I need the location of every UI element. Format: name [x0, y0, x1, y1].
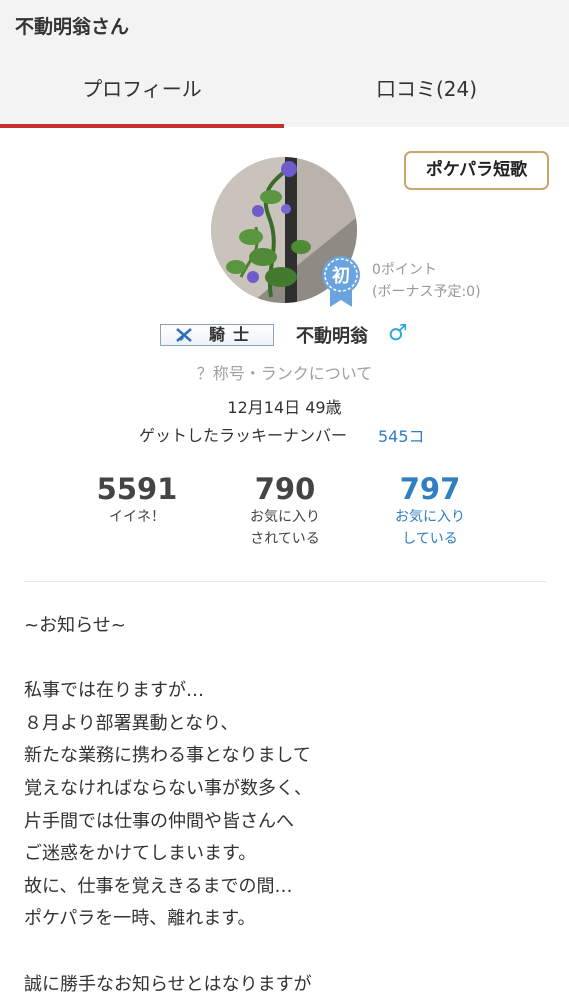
bonus-points: (ボーナス予定:0)	[372, 284, 481, 300]
stat-value: 5591	[96, 472, 178, 506]
notice-line	[24, 936, 554, 969]
rank-info-link[interactable]: ？称号・ランクについて	[0, 360, 569, 384]
notice-line	[24, 643, 554, 676]
birthday-age: 12月14日 49歳	[227, 398, 342, 417]
lucky-number-link[interactable]: 545コ	[378, 423, 425, 447]
points-info: 0ポイント (ボーナス予定:0)	[372, 259, 481, 303]
stat-label: イイネ！	[109, 509, 165, 525]
header-bar: 不動明翁さん プロフィール 口コミ(24)	[0, 0, 569, 127]
crossed-swords-icon	[176, 328, 192, 342]
stat-favoriting-link[interactable]: 797 お気に入り している	[365, 472, 495, 550]
notice-line: 誠に勝手なお知らせとはなりますが	[24, 973, 312, 995]
notice-line: ポケパラを一時、離れます。	[24, 908, 256, 930]
stat-value: 797	[399, 472, 461, 506]
notice-line: 片手間では仕事の仲間や皆さんへ	[24, 810, 294, 832]
notice-line: ８月より部署異動となり、	[24, 712, 239, 734]
notice-line: ~お知らせ~	[24, 615, 126, 636]
tab-profile[interactable]: プロフィール	[0, 74, 284, 104]
stat-label: されている	[250, 531, 320, 547]
notice-line: ご迷惑をかけてしまいます。	[24, 843, 257, 865]
rank-title: 騎士	[209, 325, 258, 344]
notice-line: 私事では在りますが…	[24, 680, 204, 702]
svg-text:初: 初	[332, 265, 350, 287]
stat-value: 790	[254, 472, 316, 506]
stat-favorited-by: 790 お気に入り されている	[220, 472, 350, 550]
stat-label: お気に入り	[250, 509, 320, 525]
stat-label: お気に入り	[395, 509, 465, 525]
page-title: 不動明翁さん	[15, 16, 130, 38]
notice-line: 新たな業務に携わる事となりまして	[24, 745, 311, 767]
tanka-button[interactable]: ポケパラ短歌	[404, 151, 549, 190]
active-tab-indicator	[0, 124, 284, 128]
tab-reviews[interactable]: 口コミ(24)	[284, 74, 569, 104]
points-value: 0ポイント	[372, 262, 437, 278]
notice-line: 覚えなければならない事が数多く、	[24, 777, 312, 799]
rank-badge: 騎士	[160, 324, 274, 346]
notice-line: 故に、仕事を覚えきるまでの間…	[24, 875, 293, 897]
lucky-number-label: ゲットしたラッキーナンバー	[139, 426, 348, 445]
beginner-badge-icon: 初	[320, 255, 362, 307]
username: 不動明翁	[296, 326, 368, 347]
notice-text: ~お知らせ~ 私事では在りますが… ８月より部署異動となり、 新たな業務に携わる…	[24, 610, 554, 1001]
stat-likes: 5591 イイネ！	[72, 472, 202, 528]
stat-label: している	[402, 531, 458, 547]
divider	[24, 581, 546, 582]
male-icon: ♂	[388, 321, 408, 346]
